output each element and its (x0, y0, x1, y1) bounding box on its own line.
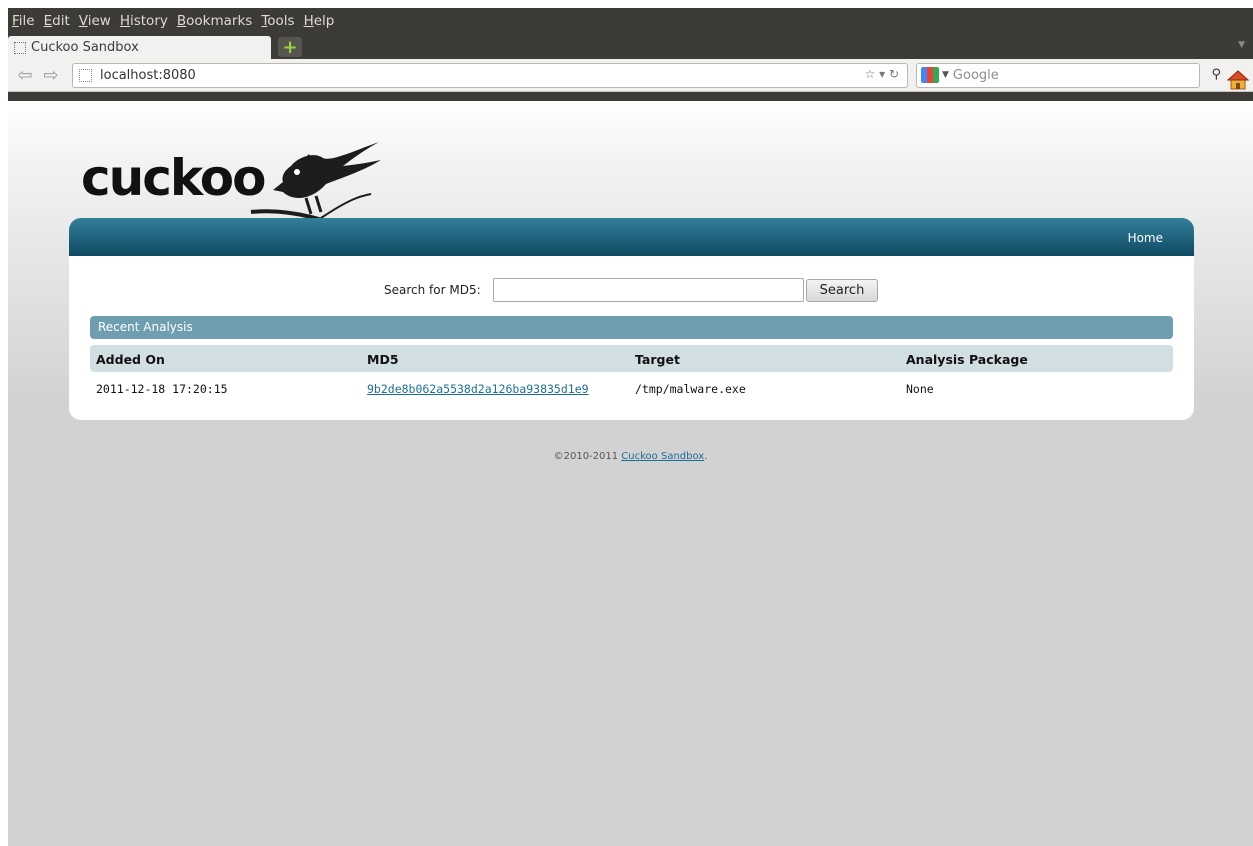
menu-history[interactable]: History (120, 13, 168, 29)
menu-file[interactable]: File (12, 13, 35, 29)
browser-window: File Edit View History Bookmarks Tools H… (8, 8, 1253, 846)
home-icon[interactable] (1227, 70, 1249, 90)
url-bar[interactable]: localhost:8080 ☆ ▾ ↻ (72, 62, 908, 88)
menu-tools[interactable]: Tools (261, 13, 294, 29)
web-search-box[interactable]: ▼ Google ⚲ (916, 62, 1221, 88)
page-footer: ©2010-2011 Cuckoo Sandbox. (8, 451, 1253, 462)
navigation-toolbar: ⇦ ⇨ localhost:8080 ☆ ▾ ↻ ▼ Google ⚲ (8, 59, 1253, 92)
recent-analysis-header: Recent Analysis (90, 316, 1173, 339)
nav-home-link[interactable]: Home (1128, 231, 1163, 245)
cell-target: /tmp/malware.exe (635, 382, 746, 396)
tab-title: Cuckoo Sandbox (31, 40, 139, 55)
tab-cuckoo-sandbox[interactable]: Cuckoo Sandbox (8, 36, 271, 59)
table-header: Added On MD5 Target Analysis Package (90, 345, 1173, 372)
column-md5: MD5 (367, 352, 399, 367)
search-button[interactable]: Search (806, 279, 878, 302)
footer-cuckoo-link[interactable]: Cuckoo Sandbox (621, 451, 704, 462)
menu-edit[interactable]: Edit (44, 13, 70, 29)
magnifier-icon[interactable]: ⚲ (1211, 67, 1221, 82)
footer-copyright: ©2010-2011 (553, 451, 622, 462)
menu-bar: File Edit View History Bookmarks Tools H… (8, 8, 1253, 34)
footer-period: . (704, 451, 708, 462)
md5-link[interactable]: 9b2de8b062a5538d2a126ba93835d1e9 (367, 382, 589, 396)
cell-analysis-package: None (906, 382, 934, 396)
tab-list-icon[interactable]: ▼ (1238, 40, 1245, 50)
new-tab-button[interactable]: + (278, 37, 302, 58)
md5-search-input[interactable] (493, 278, 804, 302)
tab-strip: Cuckoo Sandbox + ▼ (8, 34, 1253, 59)
forward-icon[interactable]: ⇨ (40, 64, 62, 86)
search-placeholder: Google (952, 67, 999, 83)
bookmark-star-icon[interactable]: ☆ ▾ ↻ (865, 67, 899, 81)
search-engine-dropdown-icon[interactable]: ▼ (942, 70, 949, 80)
page-viewport: cuckoo Home Search for MD5: Search Recen… (8, 101, 1253, 846)
md5-search-form: Search for MD5: Search (69, 278, 1194, 302)
cell-added-on: 2011-12-18 17:20:15 (96, 382, 228, 396)
menu-help[interactable]: Help (304, 13, 335, 29)
main-panel: Home Search for MD5: Search Recent Analy… (69, 218, 1194, 420)
google-engine-icon[interactable] (921, 67, 939, 83)
page-favicon-icon (14, 41, 26, 54)
site-identity-icon[interactable] (79, 68, 92, 82)
column-target: Target (635, 352, 680, 367)
column-analysis-package: Analysis Package (906, 352, 1028, 367)
url-text: localhost:8080 (100, 67, 196, 83)
table-row: 2011-12-18 17:20:15 9b2de8b062a5538d2a12… (90, 375, 1173, 397)
search-label: Search for MD5: (384, 283, 481, 297)
back-icon[interactable]: ⇦ (14, 64, 36, 86)
menu-view[interactable]: View (79, 13, 111, 29)
column-added-on: Added On (96, 352, 165, 367)
nav-header: Home (69, 218, 1194, 256)
menu-bookmarks[interactable]: Bookmarks (177, 13, 252, 29)
